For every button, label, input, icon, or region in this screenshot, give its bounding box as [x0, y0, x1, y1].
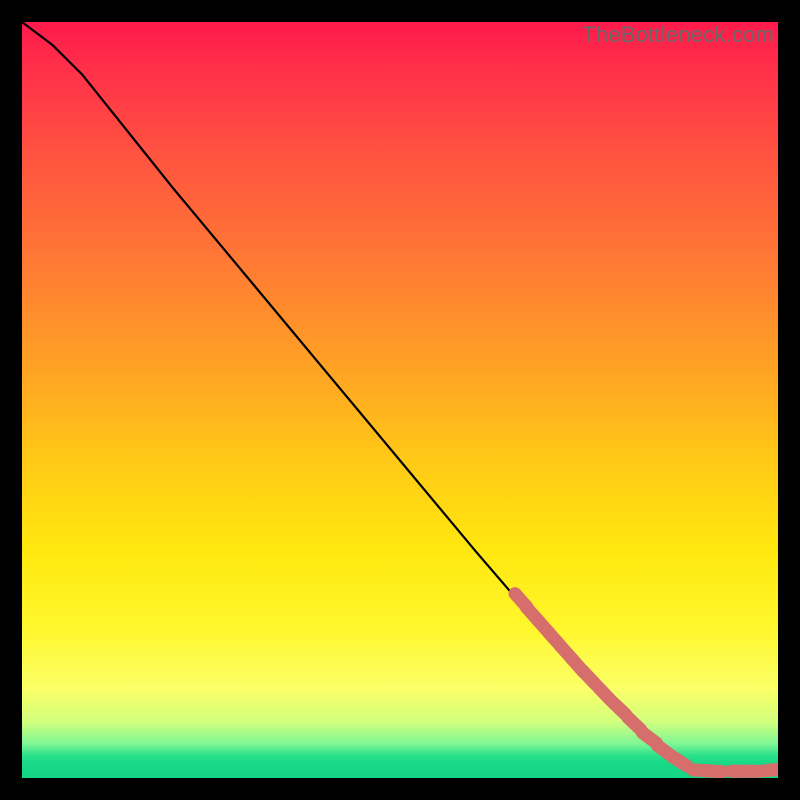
marker-group — [515, 594, 778, 772]
data-marker — [583, 671, 595, 684]
data-marker — [672, 757, 687, 767]
chart-svg — [22, 22, 778, 778]
data-marker — [765, 769, 778, 771]
chart-frame: TheBottleneck.com — [0, 0, 800, 800]
plot-area: TheBottleneck.com — [22, 22, 778, 778]
data-marker — [705, 771, 723, 772]
bottleneck-curve — [22, 22, 778, 771]
